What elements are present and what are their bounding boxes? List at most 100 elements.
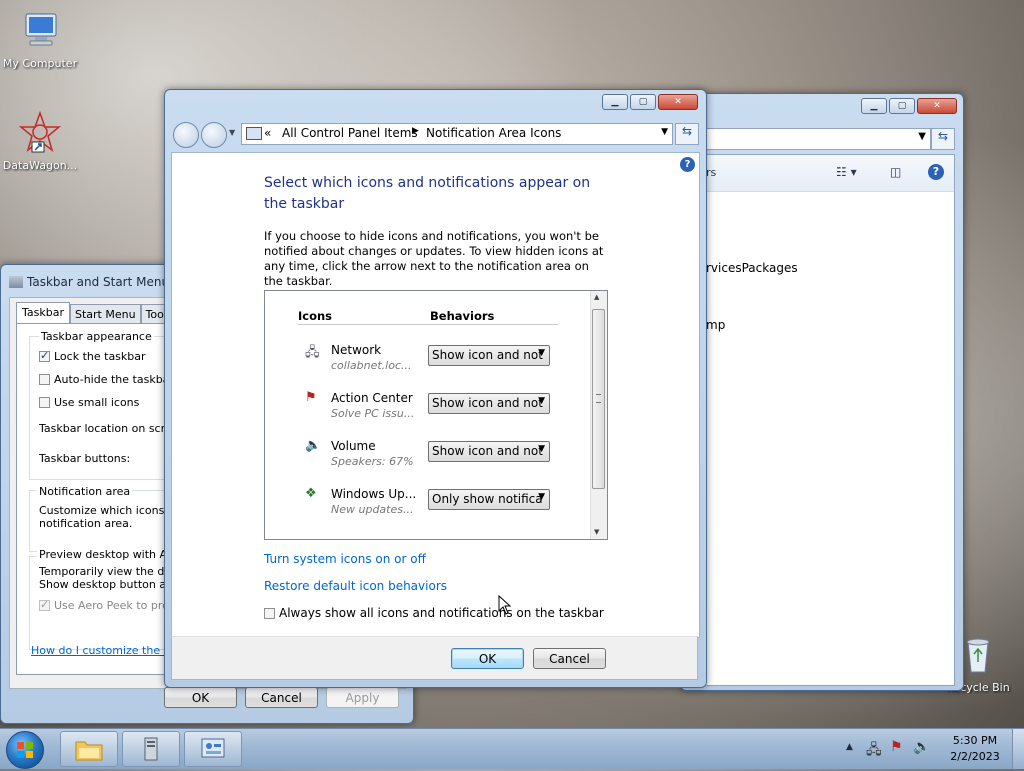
address-bar[interactable]: « All Control Panel Items ▶ Notification… xyxy=(241,123,673,145)
desktop-icon-label: DataWagon... xyxy=(2,159,78,172)
breadcrumb-notification-area[interactable]: Notification Area Icons xyxy=(426,126,561,140)
scroll-up-icon[interactable]: ▲ xyxy=(594,293,599,301)
tray-clock[interactable]: 5:30 PM 2/2/2023 xyxy=(944,733,1006,765)
server-icon xyxy=(144,737,158,761)
taskbar-props-icon xyxy=(9,276,23,288)
tray-action-center-flag-icon[interactable]: ⚑ xyxy=(890,739,903,755)
explorer-window-background[interactable]: ▁ ▢ ✕ ▼ ⇆ rs ☷ ▾ ◫ ? rvicesPackages mp xyxy=(680,93,964,691)
breadcrumb-prefix[interactable]: « xyxy=(264,126,271,140)
help-icon[interactable]: ? xyxy=(928,164,944,180)
tab-strip: Taskbar Start Menu Toolb xyxy=(16,302,179,325)
aero-peek-checkbox xyxy=(39,598,50,611)
behavior-dropdown[interactable]: Show icon and not ▼ xyxy=(428,441,550,462)
list-item: 🖧 Network collabnet.loc... Show icon and… xyxy=(265,339,585,379)
refresh-icon[interactable]: ⇆ xyxy=(675,123,699,145)
network-icon: 🖧 xyxy=(305,345,320,360)
mouse-cursor-icon xyxy=(498,595,512,615)
scroll-down-icon[interactable]: ▼ xyxy=(594,528,599,536)
explorer-client: rs ☷ ▾ ◫ ? rvicesPackages mp xyxy=(705,154,955,686)
taskbar-button-server[interactable] xyxy=(122,731,180,767)
chevron-down-icon[interactable]: ▼ xyxy=(918,131,926,142)
icon-name: Volume xyxy=(331,439,376,453)
control-panel-icon xyxy=(201,738,225,758)
notification-area-icons-window[interactable]: ▁ ▢ ✕ ▼ « All Control Panel Items ▶ Noti… xyxy=(164,89,707,688)
taskbar-button-explorer[interactable] xyxy=(60,731,118,767)
window-title: Taskbar and Start Menu P xyxy=(9,275,180,289)
restore-defaults-link[interactable]: Restore default icon behaviors xyxy=(264,579,447,593)
cancel-button[interactable]: Cancel xyxy=(245,687,318,708)
command-bar: rs ☷ ▾ ◫ ? xyxy=(706,155,954,192)
notification-text: notification area. xyxy=(39,517,133,530)
recent-pages-chevron-icon[interactable]: ▼ xyxy=(229,128,235,137)
taskbar-button-control-panel[interactable] xyxy=(184,731,242,767)
cancel-button[interactable]: Cancel xyxy=(533,648,606,669)
lock-taskbar-option[interactable]: Lock the taskbar xyxy=(39,349,146,363)
chevron-down-icon: ▼ xyxy=(538,444,545,454)
preview-text: Temporarily view the desk xyxy=(39,565,184,578)
maximize-button[interactable]: ▢ xyxy=(630,94,656,110)
scroll-thumb[interactable] xyxy=(592,309,605,489)
breadcrumb-all-control-panel[interactable]: All Control Panel Items xyxy=(282,126,418,140)
icon-subtitle: collabnet.loc... xyxy=(331,359,412,372)
preview-pane-icon[interactable]: ◫ xyxy=(890,165,901,179)
system-icons-link[interactable]: Turn system icons on or off xyxy=(264,552,426,566)
chevron-down-icon: ▼ xyxy=(538,492,545,502)
always-show-checkbox[interactable] xyxy=(264,608,275,619)
file-item[interactable]: rvicesPackages xyxy=(706,261,798,275)
list-item: 🔈 Volume Speakers: 67% Show icon and not… xyxy=(265,435,585,475)
help-icon[interactable]: ? xyxy=(680,157,695,172)
vertical-scrollbar[interactable]: ▲ ▼ xyxy=(590,291,607,539)
forward-button[interactable] xyxy=(201,122,227,148)
icon-subtitle: New updates... xyxy=(331,503,414,516)
control-panel-icon xyxy=(246,127,262,140)
ok-button[interactable]: OK xyxy=(164,687,237,708)
address-bar[interactable]: ▼ xyxy=(705,128,931,150)
taskbar: ▲ 🖧 ⚑ 🔈 5:30 PM 2/2/2023 xyxy=(0,728,1024,769)
behavior-dropdown[interactable]: Show icon and not ▼ xyxy=(428,393,550,414)
autohide-option[interactable]: Auto-hide the taskbar xyxy=(39,373,174,386)
lock-taskbar-checkbox[interactable] xyxy=(39,349,50,362)
small-icons-checkbox[interactable] xyxy=(39,397,50,408)
view-options-icon[interactable]: ☷ ▾ xyxy=(836,165,857,179)
caption-buttons: ▁ ▢ ✕ xyxy=(602,94,698,110)
desktop-icon-label: My Computer xyxy=(2,57,78,70)
taskbar-buttons-label: Taskbar buttons: xyxy=(39,452,131,465)
minimize-button[interactable]: ▁ xyxy=(602,94,628,110)
tray-volume-icon[interactable]: 🔈 xyxy=(913,739,930,755)
caption-buttons: ▁ ▢ ✕ xyxy=(861,98,957,114)
header-divider xyxy=(298,324,558,325)
page-description: If you choose to hide icons and notifica… xyxy=(264,229,604,288)
back-button[interactable] xyxy=(173,122,199,148)
behavior-dropdown[interactable]: Show icon and not ▼ xyxy=(428,345,550,366)
maximize-button[interactable]: ▢ xyxy=(889,98,915,114)
show-hidden-icons-chevron-icon[interactable]: ▲ xyxy=(846,742,853,752)
minimize-button[interactable]: ▁ xyxy=(861,98,887,114)
list-item: ⚑ Action Center Solve PC issu... Show ic… xyxy=(265,387,585,427)
small-icons-option[interactable]: Use small icons xyxy=(39,396,139,409)
group-notification-label: Notification area xyxy=(37,485,133,498)
close-button[interactable]: ✕ xyxy=(658,94,698,110)
ok-button[interactable]: OK xyxy=(451,648,524,669)
behavior-dropdown[interactable]: Only show notifica ▼ xyxy=(428,489,550,510)
desktop-icon-my-computer[interactable]: My Computer xyxy=(0,8,80,70)
breadcrumb-separator-icon[interactable]: ▶ xyxy=(412,126,419,136)
file-item[interactable]: mp xyxy=(706,318,725,332)
autohide-checkbox[interactable] xyxy=(39,374,50,385)
refresh-icon[interactable]: ⇆ xyxy=(931,128,955,150)
volume-speaker-icon: 🔈 xyxy=(305,438,322,453)
tab-taskbar[interactable]: Taskbar xyxy=(16,302,70,325)
tray-network-icon[interactable]: 🖧 xyxy=(866,739,882,763)
icon-name: Windows Up... xyxy=(331,487,417,501)
close-button[interactable]: ✕ xyxy=(917,98,957,114)
tab-start-menu[interactable]: Start Menu xyxy=(70,304,141,325)
icons-list[interactable]: Icons Behaviors 🖧 Network collabnet.loc.… xyxy=(264,290,608,540)
show-desktop-button[interactable] xyxy=(1012,729,1024,769)
always-show-option[interactable]: Always show all icons and notifications … xyxy=(264,606,604,620)
address-dropdown-icon[interactable]: ▼ xyxy=(661,127,668,137)
icon-subtitle: Speakers: 67% xyxy=(331,455,414,468)
apply-button: Apply xyxy=(326,687,399,708)
desktop-icon-datawagon[interactable]: DataWagon... xyxy=(0,110,80,172)
computer-icon xyxy=(25,13,57,46)
start-button[interactable] xyxy=(6,731,44,769)
datawagon-star-icon xyxy=(18,110,62,153)
